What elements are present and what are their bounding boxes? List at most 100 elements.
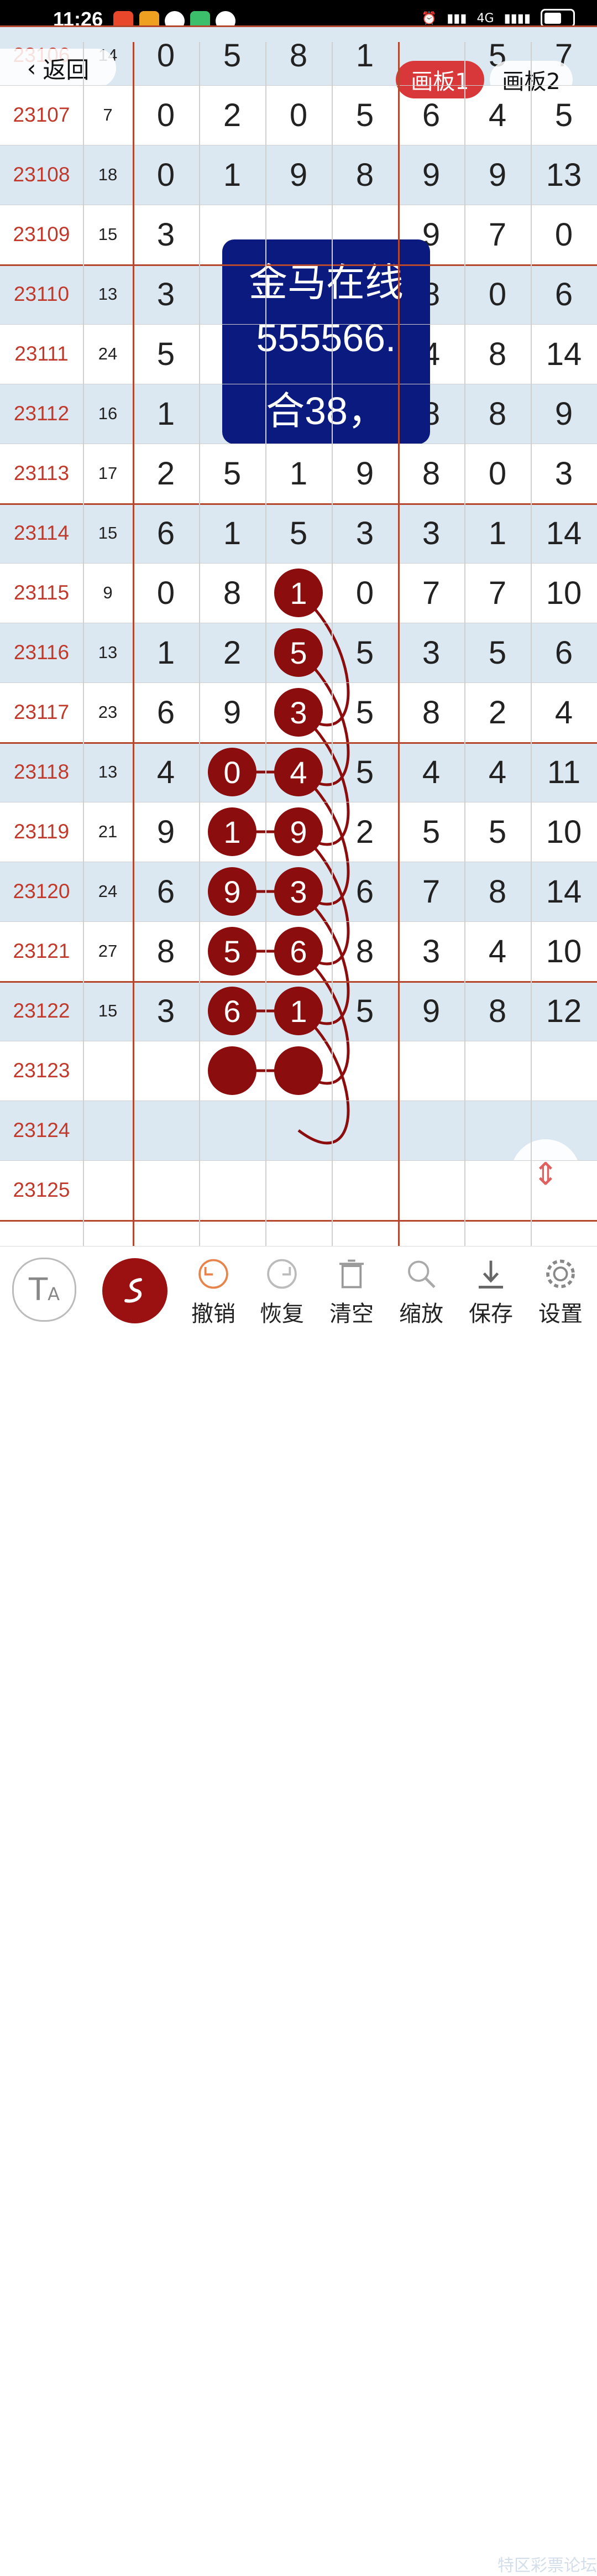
- digit-cell[interactable]: 2: [133, 444, 199, 503]
- digit-cell[interactable]: 6: [133, 682, 199, 742]
- digit-cell[interactable]: 6: [199, 981, 265, 1041]
- digit-cell[interactable]: 2: [199, 623, 265, 682]
- digit-cell[interactable]: [531, 1041, 597, 1101]
- digit-cell[interactable]: [265, 1101, 332, 1160]
- digit-cell[interactable]: 4: [464, 921, 531, 981]
- digit-cell[interactable]: 5: [265, 623, 332, 682]
- redo-button[interactable]: 恢复: [249, 1247, 315, 1328]
- digit-cell[interactable]: [398, 1160, 464, 1220]
- digit-cell[interactable]: 8: [332, 921, 398, 981]
- digit-cell[interactable]: 6: [531, 623, 597, 682]
- digit-cell[interactable]: 1: [265, 563, 332, 623]
- digit-cell[interactable]: 1: [464, 503, 531, 563]
- digit-cell[interactable]: 0: [464, 444, 531, 503]
- digit-cell[interactable]: 3: [133, 981, 199, 1041]
- digit-cell[interactable]: 5: [332, 682, 398, 742]
- text-tool-button[interactable]: TA: [12, 1258, 76, 1322]
- digit-cell[interactable]: 0: [133, 145, 199, 205]
- digit-cell[interactable]: [133, 1041, 199, 1101]
- digit-cell[interactable]: 0: [133, 563, 199, 623]
- digit-cell[interactable]: 3: [133, 205, 199, 264]
- digit-cell[interactable]: 1: [332, 25, 398, 85]
- digit-cell[interactable]: 5: [332, 85, 398, 145]
- digit-cell[interactable]: 9: [133, 802, 199, 862]
- digit-cell[interactable]: 1: [199, 802, 265, 862]
- tab-board-1[interactable]: 画板1: [396, 61, 484, 98]
- zoom-button[interactable]: 缩放: [388, 1247, 454, 1328]
- undo-button[interactable]: 撤销: [180, 1247, 247, 1328]
- digit-cell[interactable]: 9: [398, 981, 464, 1041]
- digit-cell[interactable]: 0: [464, 264, 531, 324]
- digit-cell[interactable]: 9: [332, 444, 398, 503]
- pen-tool-button[interactable]: [102, 1258, 167, 1323]
- digit-cell[interactable]: 9: [531, 384, 597, 444]
- digit-cell[interactable]: [464, 1041, 531, 1101]
- digit-cell[interactable]: [332, 1101, 398, 1160]
- digit-cell[interactable]: 0: [265, 85, 332, 145]
- digit-cell[interactable]: 4: [133, 742, 199, 802]
- digit-cell[interactable]: 4: [464, 742, 531, 802]
- digit-cell[interactable]: 3: [265, 682, 332, 742]
- digit-cell[interactable]: [398, 1101, 464, 1160]
- digit-cell[interactable]: 1: [265, 981, 332, 1041]
- digit-cell[interactable]: 8: [332, 145, 398, 205]
- digit-cell[interactable]: 3: [398, 623, 464, 682]
- digit-cell[interactable]: [265, 1041, 332, 1101]
- back-button[interactable]: ‹ 返回: [0, 49, 116, 87]
- digit-cell[interactable]: 12: [531, 981, 597, 1041]
- digit-cell[interactable]: 8: [398, 444, 464, 503]
- digit-cell[interactable]: 9: [199, 862, 265, 921]
- digit-cell[interactable]: 5: [199, 25, 265, 85]
- digit-cell[interactable]: 9: [464, 145, 531, 205]
- digit-cell[interactable]: 2: [464, 682, 531, 742]
- digit-cell[interactable]: 3: [398, 503, 464, 563]
- digit-cell[interactable]: 5: [464, 802, 531, 862]
- settings-button[interactable]: 设置: [527, 1247, 594, 1328]
- digit-cell[interactable]: 8: [265, 25, 332, 85]
- digit-cell[interactable]: 7: [398, 862, 464, 921]
- digit-cell[interactable]: 4: [398, 742, 464, 802]
- digit-cell[interactable]: 5: [464, 623, 531, 682]
- digit-cell[interactable]: 8: [464, 324, 531, 384]
- digit-cell[interactable]: 6: [265, 921, 332, 981]
- digit-cell[interactable]: 7: [398, 563, 464, 623]
- digit-cell[interactable]: 4: [531, 682, 597, 742]
- digit-cell[interactable]: 3: [332, 503, 398, 563]
- digit-cell[interactable]: 9: [265, 802, 332, 862]
- digit-cell[interactable]: 0: [531, 205, 597, 264]
- digit-cell[interactable]: 10: [531, 802, 597, 862]
- digit-cell[interactable]: 4: [265, 742, 332, 802]
- digit-cell[interactable]: 8: [398, 682, 464, 742]
- digit-cell[interactable]: 6: [133, 862, 199, 921]
- digit-cell[interactable]: [199, 1101, 265, 1160]
- digit-cell[interactable]: 9: [398, 145, 464, 205]
- digit-cell[interactable]: 11: [531, 742, 597, 802]
- digit-cell[interactable]: 2: [332, 802, 398, 862]
- digit-cell[interactable]: 6: [133, 503, 199, 563]
- digit-cell[interactable]: 10: [531, 563, 597, 623]
- digit-cell[interactable]: 8: [199, 563, 265, 623]
- digit-cell[interactable]: [199, 1160, 265, 1220]
- digit-cell[interactable]: 0: [133, 25, 199, 85]
- digit-cell[interactable]: 3: [531, 444, 597, 503]
- digit-cell[interactable]: 1: [199, 145, 265, 205]
- digit-cell[interactable]: 5: [398, 802, 464, 862]
- digit-cell[interactable]: 2: [199, 85, 265, 145]
- digit-cell[interactable]: 1: [265, 444, 332, 503]
- digit-cell[interactable]: 8: [464, 384, 531, 444]
- digit-cell[interactable]: 5: [133, 324, 199, 384]
- digit-cell[interactable]: [199, 1041, 265, 1101]
- digit-cell[interactable]: 7: [464, 563, 531, 623]
- digit-cell[interactable]: 9: [265, 145, 332, 205]
- digit-cell[interactable]: 6: [531, 264, 597, 324]
- digit-cell[interactable]: 3: [133, 264, 199, 324]
- digit-cell[interactable]: 9: [199, 682, 265, 742]
- digit-cell[interactable]: 3: [265, 862, 332, 921]
- digit-cell[interactable]: [332, 1041, 398, 1101]
- digit-cell[interactable]: 10: [531, 921, 597, 981]
- digit-cell[interactable]: 7: [464, 205, 531, 264]
- digit-cell[interactable]: [133, 1101, 199, 1160]
- digit-cell[interactable]: 1: [199, 503, 265, 563]
- save-button[interactable]: 保存: [458, 1247, 524, 1328]
- digit-cell[interactable]: 14: [531, 862, 597, 921]
